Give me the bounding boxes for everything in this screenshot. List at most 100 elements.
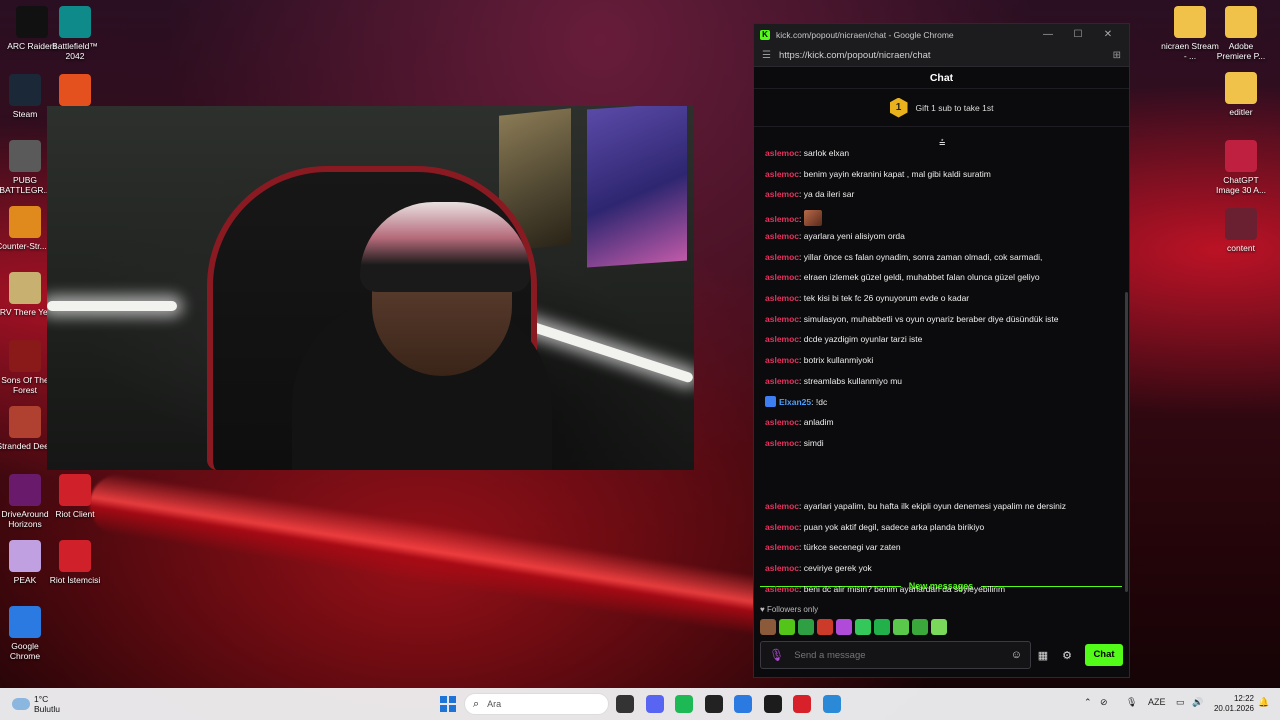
quick-emote-icon[interactable] bbox=[912, 619, 928, 635]
desktop-icon[interactable]: editler bbox=[1212, 72, 1270, 117]
chat-message: aslemoc: bbox=[765, 210, 822, 227]
desktop-icon[interactable]: nicraen Stream - ... bbox=[1161, 6, 1219, 61]
chat-message-text: benim yayin ekranini kapat , mal gibi ka… bbox=[803, 168, 991, 179]
spotify-icon[interactable] bbox=[675, 695, 693, 713]
network-icon[interactable]: ▭ bbox=[1176, 697, 1185, 708]
chat-input-box[interactable]: 🎙 ☺ bbox=[760, 641, 1031, 669]
chat-username[interactable]: aslemoc bbox=[765, 522, 799, 532]
desktop-icon[interactable]: Battlefield™ 2042 bbox=[46, 6, 104, 61]
gift-icon[interactable]: ▦ bbox=[1031, 649, 1055, 662]
desktop-icon-label: ChatGPT Image 30 A... bbox=[1215, 175, 1267, 195]
desktop-icon[interactable]: Riot Client bbox=[46, 474, 104, 519]
chat-username[interactable]: aslemoc bbox=[765, 334, 799, 344]
chat-username[interactable]: aslemoc bbox=[765, 314, 799, 324]
chat-username[interactable]: aslemoc bbox=[765, 417, 799, 427]
chat-username[interactable]: aslemoc bbox=[765, 189, 799, 199]
maximize-button[interactable]: ☐ bbox=[1063, 29, 1093, 40]
quick-emote-icon[interactable] bbox=[931, 619, 947, 635]
chat-message: aslemoc: yillar önce cs falan oynadim, s… bbox=[765, 252, 1042, 262]
chat-username[interactable]: aslemoc bbox=[765, 148, 799, 158]
address-bar[interactable]: ☰ https://kick.com/popout/nicraen/chat ⊞ bbox=[754, 45, 1129, 67]
desktop-icon-label: Adobe Premiere P... bbox=[1216, 41, 1266, 61]
desktop-icon[interactable]: ChatGPT Image 30 A... bbox=[1212, 140, 1270, 195]
chrome-popout-window: K kick.com/popout/nicraen/chat - Google … bbox=[753, 23, 1130, 678]
file-explorer-icon[interactable] bbox=[616, 695, 634, 713]
close-button[interactable]: ✕ bbox=[1093, 29, 1123, 40]
adobe-icon[interactable] bbox=[793, 695, 811, 713]
desktop-icon[interactable]: Google Chrome bbox=[0, 606, 54, 661]
quick-emote-icon[interactable] bbox=[836, 619, 852, 635]
chat-username[interactable]: aslemoc bbox=[765, 501, 799, 511]
desktop-icon-label: Riot İstemcisi bbox=[49, 575, 101, 585]
chat-username[interactable]: aslemoc bbox=[765, 169, 799, 179]
chat-username[interactable]: aslemoc bbox=[765, 214, 799, 224]
obs-icon[interactable] bbox=[704, 695, 723, 713]
microphone-icon[interactable]: 🎙 bbox=[769, 648, 784, 662]
language-indicator[interactable]: AZE bbox=[1148, 697, 1166, 707]
volume-icon[interactable]: 🔊 bbox=[1192, 697, 1203, 708]
desktop-icon[interactable]: content bbox=[1212, 208, 1270, 253]
desktop-icon-label: PUBG BATTLEGR... bbox=[0, 175, 51, 195]
system-clock[interactable]: 12:22 20.01.2026 bbox=[1210, 694, 1254, 714]
chat-message-text: simulasyon, muhabbetli vs oyun oynariz b… bbox=[803, 313, 1059, 324]
desktop-icon[interactable]: Adobe Premiere P... bbox=[1212, 6, 1270, 61]
microphone-tray-icon[interactable]: 🎙 bbox=[1126, 697, 1137, 708]
quick-emote-icon[interactable] bbox=[874, 619, 890, 635]
quick-emote-icon[interactable] bbox=[760, 619, 776, 635]
quick-emote-icon[interactable] bbox=[855, 619, 871, 635]
minimize-button[interactable]: — bbox=[1033, 29, 1063, 40]
taskbar-search[interactable]: ⌕ Ara bbox=[464, 693, 609, 715]
url-text[interactable]: https://kick.com/popout/nicraen/chat bbox=[779, 50, 1113, 61]
start-button[interactable] bbox=[440, 696, 456, 712]
tray-app-icon[interactable]: ⊘ bbox=[1100, 697, 1108, 708]
quick-emote-icon[interactable] bbox=[779, 619, 795, 635]
chat-message-input[interactable] bbox=[794, 649, 1011, 661]
desktop-icon[interactable]: RV There Yet bbox=[0, 272, 54, 317]
chat-message-text: ya da ileri sar bbox=[803, 189, 855, 200]
chat-username[interactable]: aslemoc bbox=[765, 542, 799, 552]
chat-username[interactable]: aslemoc bbox=[765, 584, 799, 594]
desktop-icon[interactable]: Sons Of The Forest bbox=[0, 340, 54, 395]
desktop-icon[interactable]: Counter-Str... 2 bbox=[0, 206, 54, 251]
chat-scrollbar[interactable] bbox=[1125, 292, 1128, 592]
chat-username[interactable]: aslemoc bbox=[765, 438, 799, 448]
chat-username[interactable]: aslemoc bbox=[765, 376, 799, 386]
translate-icon[interactable]: ⊞ bbox=[1113, 50, 1121, 61]
weather-widget[interactable]: 1°C Bulutlu bbox=[12, 694, 60, 714]
folder-icon bbox=[1225, 6, 1257, 38]
send-chat-button[interactable]: Chat bbox=[1085, 644, 1123, 666]
chat-username[interactable]: aslemoc bbox=[765, 231, 799, 241]
folder-icon bbox=[1225, 72, 1257, 104]
chat-username[interactable]: aslemoc bbox=[765, 355, 799, 365]
kick-icon[interactable] bbox=[763, 695, 782, 713]
desktop-icon-label: Counter-Str... 2 bbox=[0, 241, 54, 251]
desktop-icon-label: nicraen Stream - ... bbox=[1161, 41, 1219, 61]
desktop-icon[interactable]: Stranded Deep bbox=[0, 406, 54, 451]
chrome-icon[interactable] bbox=[734, 695, 752, 713]
site-info-icon[interactable]: ☰ bbox=[762, 50, 771, 61]
settings-gear-icon[interactable]: ⚙ bbox=[1055, 649, 1079, 662]
desktop-icon[interactable]: Riot İstemcisi bbox=[46, 540, 104, 585]
chat-message: aslemoc: simulasyon, muhabbetli vs oyun … bbox=[765, 314, 1058, 324]
quick-emote-icon[interactable] bbox=[893, 619, 909, 635]
notification-icon[interactable]: 🔔 bbox=[1258, 697, 1269, 708]
chat-username[interactable]: aslemoc bbox=[765, 272, 799, 282]
gift-leaderboard[interactable]: 1 Gift 1 sub to take 1st bbox=[754, 89, 1129, 127]
tray-overflow-icon[interactable]: ⌃ bbox=[1084, 697, 1092, 708]
clock-date: 20.01.2026 bbox=[1213, 704, 1254, 713]
chat-username[interactable]: Elxan25 bbox=[779, 397, 811, 407]
quick-emote-icon[interactable] bbox=[798, 619, 814, 635]
windows-taskbar: 1°C Bulutlu ⌕ Ara ⌃ ⊘ 🎙 AZE ▭ 🔊 12:22 20… bbox=[0, 688, 1280, 720]
discord-icon[interactable] bbox=[645, 695, 664, 713]
chat-username[interactable]: aslemoc bbox=[765, 252, 799, 262]
chat-username[interactable]: aslemoc bbox=[765, 563, 799, 573]
chat-username[interactable]: aslemoc bbox=[765, 293, 799, 303]
photos-icon[interactable] bbox=[822, 695, 841, 713]
desktop-icon-label: Riot Client bbox=[55, 509, 95, 519]
desktop-icon[interactable]: PUBG BATTLEGR... bbox=[0, 140, 54, 195]
quick-emote-icon[interactable] bbox=[817, 619, 833, 635]
emoji-picker-icon[interactable]: ☺ bbox=[1011, 649, 1022, 661]
gift-text: Gift 1 sub to take 1st bbox=[915, 102, 994, 113]
chat-message: aslemoc: puan yok aktif degil, sadece ar… bbox=[765, 522, 984, 532]
stranded-deep-icon bbox=[9, 406, 41, 438]
